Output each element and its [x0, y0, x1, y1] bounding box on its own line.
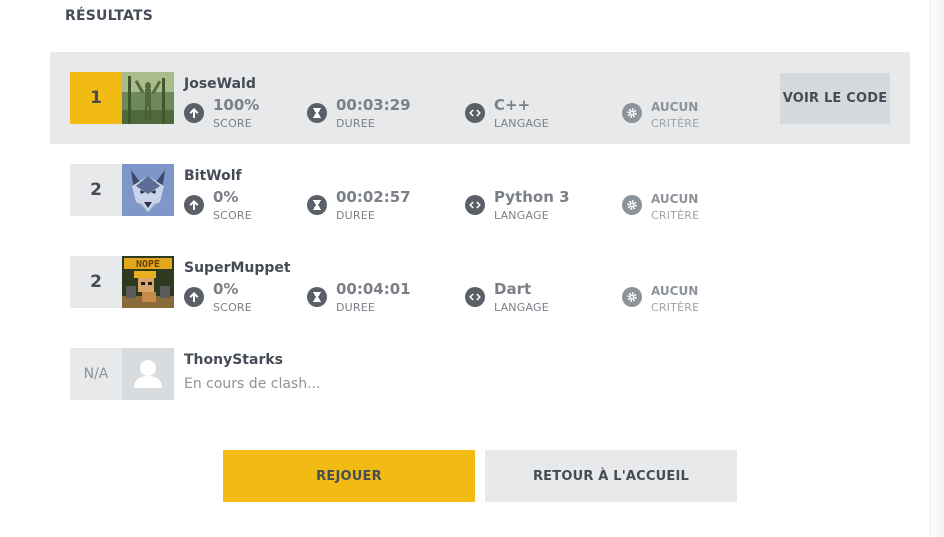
player-name[interactable]: JoseWald [184, 76, 256, 92]
language-stat: C++ LANGAGE [465, 95, 605, 130]
language-stat: Dart LANGAGE [465, 279, 605, 314]
language-value: C++ [494, 96, 531, 114]
criterion-label: CRITÈRE [651, 117, 700, 130]
user-placeholder-icon [122, 348, 174, 400]
criterion-stat: AUCUN CRITÈRE [622, 279, 742, 314]
criterion-stat: AUCUN CRITÈRE [622, 187, 742, 222]
back-home-button[interactable]: RETOUR À L'ACCUEIL [485, 450, 737, 502]
criterion-label: CRITÈRE [651, 209, 700, 222]
avatar[interactable] [122, 348, 174, 400]
criterion-value: AUCUN [651, 284, 699, 298]
duration-stat: 00:02:57 DUREE [307, 187, 437, 222]
criterion-stat: AUCUN CRITÈRE [622, 95, 742, 130]
score-label: SCORE [213, 209, 252, 222]
rank-badge: 2 [70, 164, 122, 216]
language-stat: Python 3 LANGAGE [465, 187, 605, 222]
arrow-up-icon [184, 103, 204, 123]
result-row: 2 BitWolf 0% SCORE 00:02:57 DUREE Python… [50, 144, 910, 236]
criterion-value: AUCUN [651, 192, 699, 206]
rank-badge: N/A [70, 348, 122, 400]
hourglass-icon [307, 287, 327, 307]
score-label: SCORE [213, 117, 252, 130]
page-title: RÉSULTATS [65, 8, 154, 24]
result-row: N/A ThonyStarks En cours de clash... [50, 328, 910, 420]
duration-value: 00:03:29 [336, 96, 411, 114]
gear-icon [622, 195, 642, 215]
language-label: LANGAGE [494, 209, 549, 222]
avatar[interactable] [122, 164, 174, 216]
criterion-value: AUCUN [651, 100, 699, 114]
score-stat: 100% SCORE [184, 95, 294, 130]
language-value: Python 3 [494, 188, 570, 206]
language-label: LANGAGE [494, 117, 549, 130]
score-value: 0% [213, 188, 239, 206]
result-row: 2 NOPE SuperMuppet 0% SCORE 00:04:01 DUR… [50, 236, 910, 328]
arrow-up-icon [184, 287, 204, 307]
code-icon [465, 195, 485, 215]
score-stat: 0% SCORE [184, 279, 294, 314]
code-icon [465, 103, 485, 123]
duration-label: DUREE [336, 117, 376, 130]
avatar-logo-text: NOPE [136, 259, 160, 270]
criterion-label: CRITÈRE [651, 301, 700, 314]
duration-stat: 00:03:29 DUREE [307, 95, 437, 130]
rank-badge: 1 [70, 72, 122, 124]
hourglass-icon [307, 195, 327, 215]
score-stat: 0% SCORE [184, 187, 294, 222]
result-row: 1 JoseWald 100% SCORE 00:03:29 DUREE C++… [50, 52, 910, 144]
score-value: 100% [213, 96, 260, 114]
gear-icon [622, 287, 642, 307]
duration-value: 00:02:57 [336, 188, 411, 206]
avatar[interactable]: NOPE [122, 256, 174, 308]
duration-stat: 00:04:01 DUREE [307, 279, 437, 314]
score-value: 0% [213, 280, 239, 298]
replay-button[interactable]: REJOUER [223, 450, 475, 502]
pending-status: En cours de clash... [184, 376, 321, 392]
side-panel-edge [930, 0, 944, 537]
player-name[interactable]: BitWolf [184, 168, 242, 184]
duration-value: 00:04:01 [336, 280, 411, 298]
view-code-button[interactable]: VOIR LE CODE [780, 73, 890, 124]
player-name[interactable]: SuperMuppet [184, 260, 291, 276]
player-name[interactable]: ThonyStarks [184, 352, 283, 368]
code-icon [465, 287, 485, 307]
avatar[interactable] [122, 72, 174, 124]
duration-label: DUREE [336, 209, 376, 222]
arrow-up-icon [184, 195, 204, 215]
score-label: SCORE [213, 301, 252, 314]
rank-badge: 2 [70, 256, 122, 308]
language-value: Dart [494, 280, 532, 298]
hourglass-icon [307, 103, 327, 123]
duration-label: DUREE [336, 301, 376, 314]
language-label: LANGAGE [494, 301, 549, 314]
gear-icon [622, 103, 642, 123]
